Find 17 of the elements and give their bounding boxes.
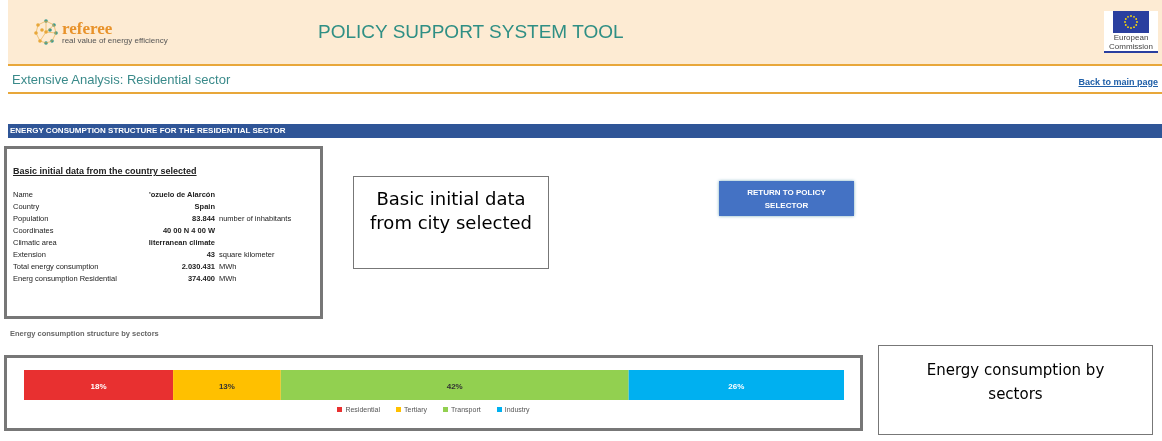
back-link[interactable]: Back to main page [1078, 75, 1158, 89]
value-label: 13% [218, 382, 235, 392]
section-header-bar: ENERGY CONSUMPTION STRUCTURE FOR THE RESIDENTIAL SECTOR [8, 124, 1162, 138]
value-label: 18% [90, 382, 107, 392]
callout-note: Energy consumption by sectors [878, 345, 1153, 436]
logo-wordmark: referee [62, 19, 114, 37]
star-circle-icon [1123, 14, 1139, 30]
logo-tagline: real value of energy efficiency [62, 36, 168, 45]
callout-note: Basic initial data from city selected [353, 176, 549, 269]
value-label: 26% [727, 382, 744, 392]
section-title: Extensive Analysis: Residential sector [12, 70, 231, 89]
logo-caption: European Commission [1108, 33, 1154, 51]
return-button[interactable]: RETURN TO POLICY SELECTOR [719, 181, 854, 216]
value-label: 42% [446, 382, 463, 392]
network-logo-icon [32, 18, 60, 46]
panel-title: Basic initial data from the country selected [13, 165, 198, 178]
page-title: POLICY SUPPORT SYSTEM TOOL [318, 19, 624, 44]
